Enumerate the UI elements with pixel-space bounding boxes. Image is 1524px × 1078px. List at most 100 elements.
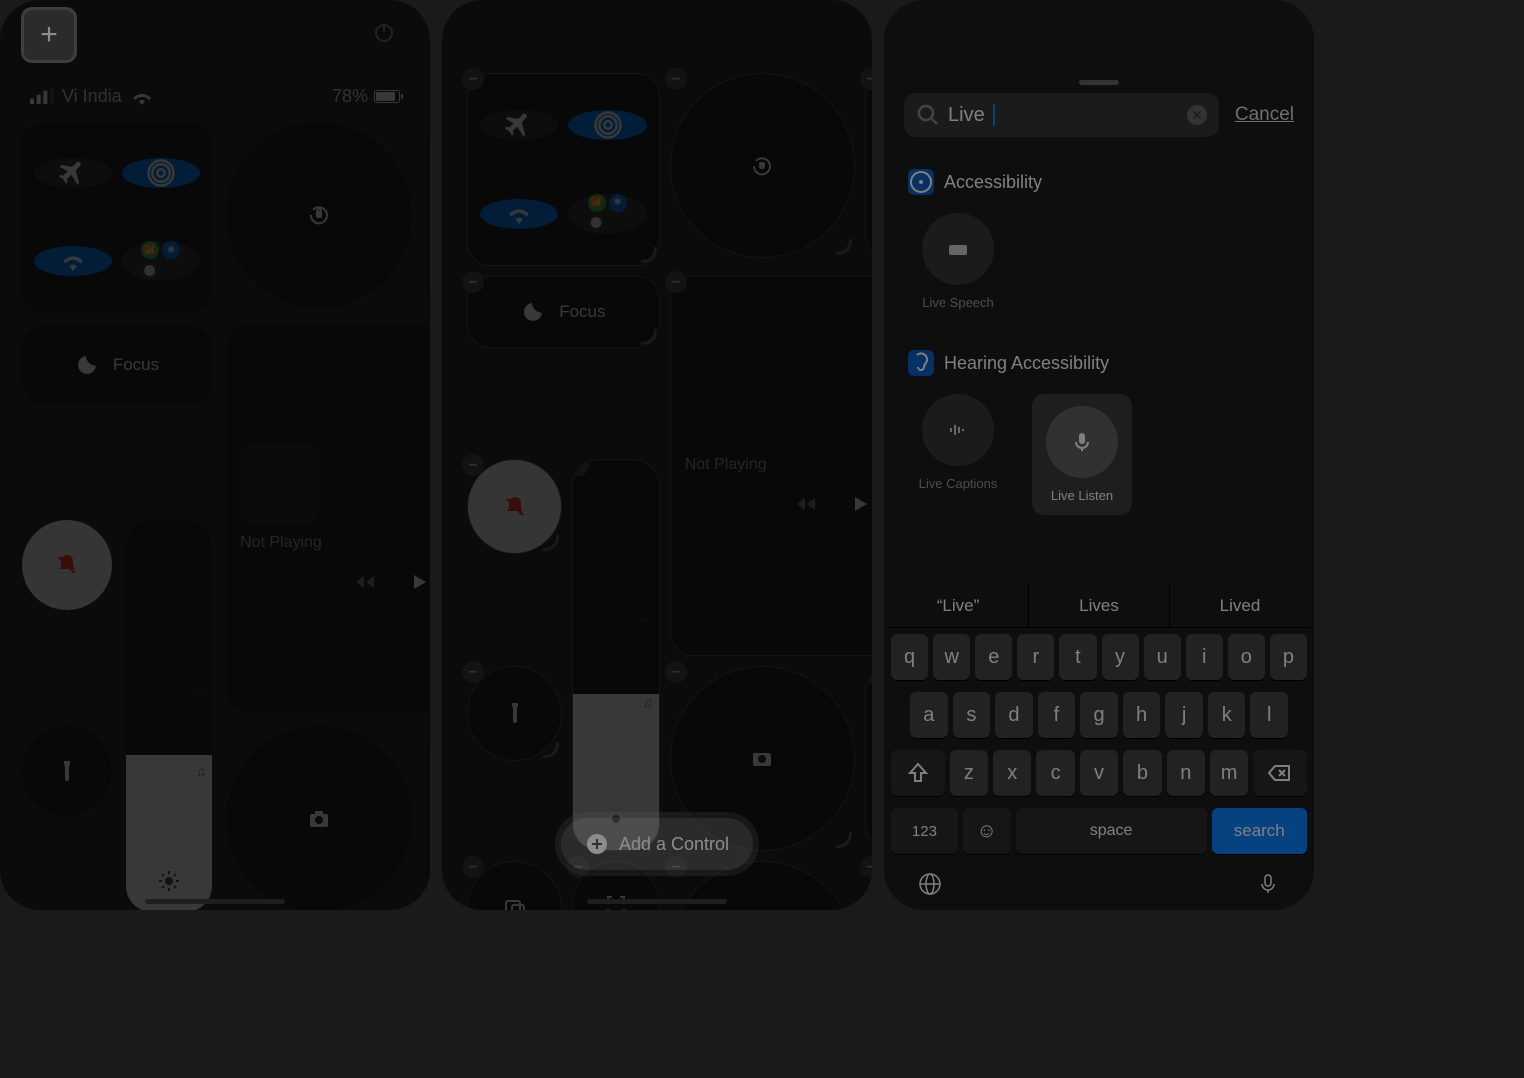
clear-icon[interactable]: ✕ (1187, 105, 1207, 125)
play-icon[interactable] (407, 570, 430, 594)
camera-icon[interactable] (226, 726, 412, 910)
delete-key[interactable] (1253, 750, 1307, 796)
brightness-slider[interactable]: ♡ ♫ (573, 460, 659, 850)
key-a[interactable]: a (910, 692, 948, 738)
connectivity-tile[interactable]: 📶 ✱ ⚪ (468, 74, 659, 265)
key-l[interactable]: l (1250, 692, 1288, 738)
airplane-icon[interactable] (34, 158, 112, 188)
media-tile[interactable]: Not Playing (226, 326, 430, 712)
key-d[interactable]: d (995, 692, 1033, 738)
key-h[interactable]: h (1123, 692, 1161, 738)
airplane-icon[interactable] (480, 110, 558, 140)
emoji-key[interactable]: ☺ (963, 808, 1011, 854)
globe-icon[interactable] (918, 872, 942, 896)
orientation-lock-icon[interactable] (226, 122, 412, 308)
flashlight-icon[interactable] (468, 667, 561, 760)
key-u[interactable]: u (1144, 634, 1181, 680)
resize-handle-icon[interactable] (641, 329, 657, 345)
flashlight-icon[interactable] (22, 726, 112, 816)
key-e[interactable]: e (975, 634, 1012, 680)
suggestion-1[interactable]: “Live” (888, 584, 1029, 627)
cell-bt-icons[interactable]: 📶 ✱ ⚪ (122, 241, 200, 281)
rewind-icon[interactable] (353, 570, 377, 594)
numbers-key[interactable]: 123 (891, 808, 958, 854)
key-y[interactable]: y (1102, 634, 1139, 680)
resize-handle-icon[interactable] (641, 247, 657, 263)
power-icon[interactable] (372, 20, 400, 48)
key-v[interactable]: v (1080, 750, 1118, 796)
add-a-control-button[interactable]: Add a Control (561, 818, 753, 870)
home-indicator[interactable] (587, 899, 727, 904)
battery-tile-icon[interactable] (866, 74, 872, 257)
key-b[interactable]: b (1123, 750, 1161, 796)
shift-key[interactable] (891, 750, 945, 796)
rewind-icon[interactable] (794, 492, 818, 516)
battery-tile-icon[interactable] (426, 122, 430, 308)
space-key[interactable]: space (1016, 808, 1207, 854)
resize-handle-icon[interactable] (836, 239, 852, 255)
wifi-toggle-icon[interactable] (34, 246, 112, 276)
key-r[interactable]: r (1017, 634, 1054, 680)
volume-slider[interactable]: Aᴀ (426, 726, 430, 910)
key-q[interactable]: q (891, 634, 928, 680)
key-n[interactable]: n (1167, 750, 1205, 796)
key-s[interactable]: s (953, 692, 991, 738)
brightness-slider[interactable]: ♡ ♫ (126, 520, 212, 910)
airdrop-icon[interactable] (122, 158, 200, 188)
key-t[interactable]: t (1059, 634, 1096, 680)
remove-icon[interactable] (665, 68, 687, 90)
cell-bt-icons[interactable]: 📶 ✱ ⚪ (568, 194, 646, 234)
cancel-button[interactable]: Cancel (1235, 104, 1294, 126)
dictate-icon[interactable] (1256, 872, 1280, 896)
key-o[interactable]: o (1228, 634, 1265, 680)
sheet-handle[interactable] (1079, 80, 1119, 85)
home-indicator[interactable] (145, 899, 285, 904)
key-g[interactable]: g (1080, 692, 1118, 738)
orientation-lock-icon[interactable] (671, 74, 854, 257)
remove-icon[interactable] (665, 661, 687, 683)
screen-mirror-icon[interactable] (468, 862, 561, 910)
silent-toggle[interactable] (468, 460, 561, 553)
resize-handle-icon[interactable] (543, 535, 559, 551)
remove-icon[interactable] (462, 454, 484, 476)
key-z[interactable]: z (950, 750, 988, 796)
remove-icon[interactable] (573, 460, 589, 476)
key-p[interactable]: p (1270, 634, 1307, 680)
wifi-toggle-icon[interactable] (480, 199, 558, 229)
connectivity-tile[interactable]: 📶 ✱ ⚪ (22, 122, 212, 312)
search-input[interactable]: Live ✕ (904, 93, 1219, 137)
control-live-captions[interactable]: Live Captions (908, 394, 1008, 515)
suggestion-3[interactable]: Lived (1170, 584, 1310, 627)
key-k[interactable]: k (1208, 692, 1246, 738)
remove-icon[interactable] (462, 68, 484, 90)
play-icon[interactable] (848, 492, 872, 516)
key-m[interactable]: m (1210, 750, 1248, 796)
key-f[interactable]: f (1038, 692, 1076, 738)
key-j[interactable]: j (1165, 692, 1203, 738)
resize-handle-icon[interactable] (836, 832, 852, 848)
remove-icon[interactable] (462, 856, 484, 878)
focus-tile[interactable]: Focus (22, 326, 212, 404)
remove-icon[interactable] (866, 667, 872, 683)
search-key[interactable]: search (1212, 808, 1307, 854)
control-live-listen[interactable]: Live Listen (1032, 394, 1132, 515)
silent-toggle[interactable] (22, 520, 112, 610)
remove-icon[interactable] (860, 68, 872, 90)
key-i[interactable]: i (1186, 634, 1223, 680)
apple-tv-remote-icon[interactable] (866, 862, 872, 910)
focus-tile[interactable]: Focus (468, 277, 659, 347)
media-tile[interactable]: Not Playing (671, 277, 872, 655)
control-live-speech[interactable]: Live Speech (908, 213, 1008, 310)
add-control-button[interactable]: + (24, 10, 74, 60)
remove-icon[interactable] (462, 271, 484, 293)
remove-icon[interactable] (860, 856, 872, 878)
volume-slider[interactable] (866, 667, 872, 850)
key-x[interactable]: x (993, 750, 1031, 796)
resize-handle-icon[interactable] (543, 742, 559, 758)
remove-icon[interactable] (462, 661, 484, 683)
airdrop-icon[interactable] (568, 110, 646, 140)
key-c[interactable]: c (1036, 750, 1074, 796)
key-w[interactable]: w (933, 634, 970, 680)
remove-icon[interactable] (665, 271, 687, 293)
suggestion-2[interactable]: Lives (1029, 584, 1170, 627)
